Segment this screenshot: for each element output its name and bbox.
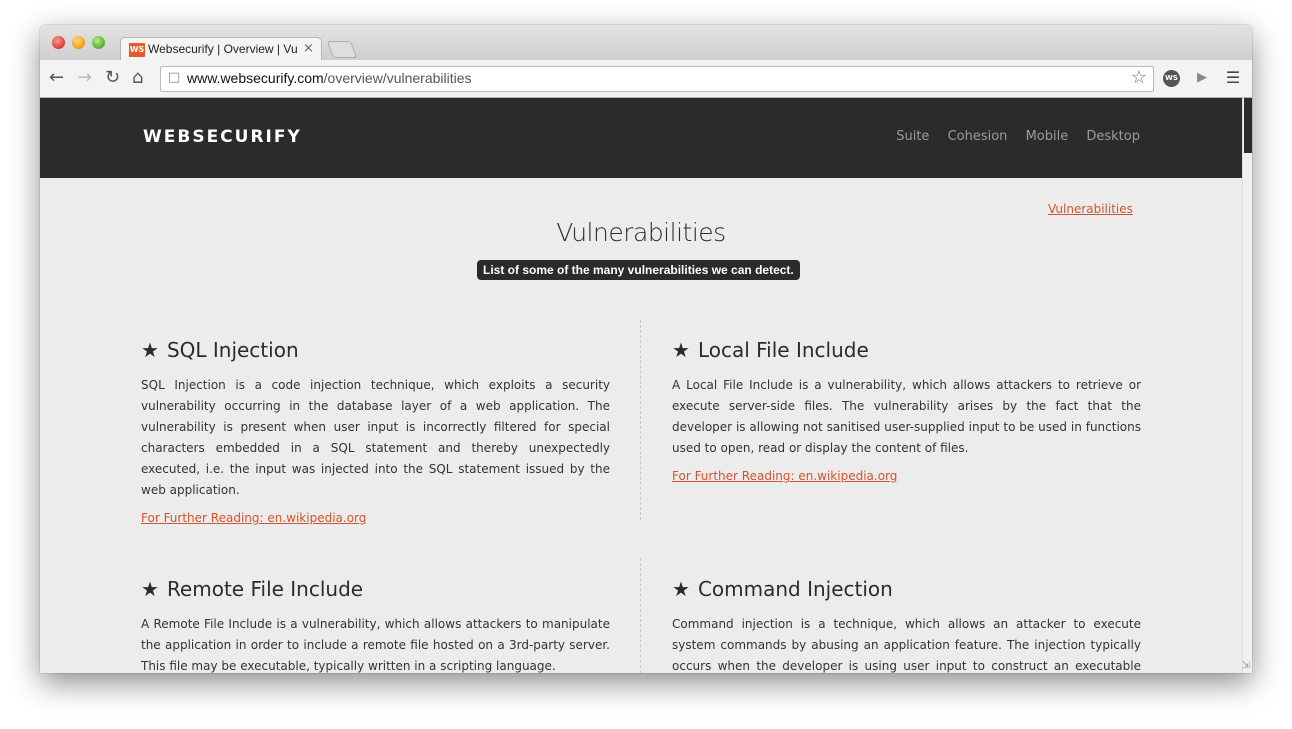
home-icon[interactable]: ⌂ [132,66,143,90]
forward-arrow-icon[interactable]: → [77,66,92,90]
browser-window: WS Websecurify | Overview | Vul × ← → ↻ … [40,25,1252,673]
star-icon[interactable]: ☆ [1131,67,1147,88]
tab-title: Websecurify | Overview | Vul [148,42,298,56]
column-divider [640,558,641,673]
breadcrumb[interactable]: Vulnerabilities [1048,202,1133,216]
websecurify-favicon-icon: WS [129,43,145,57]
card-title-text: Local File Include [697,338,869,362]
address-bar[interactable]: □ www.websecurify.com/overview/vulnerabi… [160,66,1154,92]
menu-icon[interactable]: ☰ [1223,68,1243,88]
further-reading-link[interactable]: For Further Reading: en.wikipedia.org [141,511,366,525]
column-divider [640,320,641,520]
card-command-injection: ★ Command Injection Command injection is … [672,574,1141,673]
card-body: Command injection is a technique, which … [672,617,1141,673]
card-body: SQL Injection is a code injection techni… [141,378,610,497]
url-text[interactable]: www.websecurify.com/overview/vulnerabili… [187,70,472,86]
window-minimize-button[interactable] [72,36,85,49]
card-remote-file-include: ★ Remote File Include A Remote File Inclu… [141,574,610,673]
card-title: ★ Remote File Include [141,574,610,604]
card-title: ★ SQL Injection [141,335,610,365]
site-header: WEBSECURIFY Suite Cohesion Mobile Deskto… [40,98,1242,178]
star-icon: ★ [141,577,159,601]
browser-toolbar: ← → ↻ ⌂ □ www.websecurify.com/overview/v… [40,60,1252,98]
card-title: ★ Local File Include [672,335,1141,365]
tab-close-icon[interactable]: × [303,41,314,56]
star-icon: ★ [141,338,159,362]
top-nav: Suite Cohesion Mobile Desktop [882,129,1140,144]
resize-grip-icon[interactable]: ⇲ [1242,660,1250,671]
window-close-button[interactable] [52,36,65,49]
card-title-text: Command Injection [697,577,893,601]
further-reading-link[interactable]: For Further Reading: en.wikipedia.org [672,469,897,483]
page-icon: □ [168,70,181,85]
card-title-text: Remote File Include [166,577,364,601]
reload-icon[interactable]: ↻ [105,66,120,90]
browser-tab[interactable]: WS Websecurify | Overview | Vul × [120,37,322,61]
tab-strip: WS Websecurify | Overview | Vul × [40,25,1252,61]
card-local-file-include: ★ Local File Include A Local File Include… [672,335,1141,484]
page-viewport: WEBSECURIFY Suite Cohesion Mobile Deskto… [40,98,1242,673]
site-logo[interactable]: WEBSECURIFY [143,127,302,147]
websecurify-extension-icon[interactable]: WS [1163,70,1180,87]
vertical-scrollbar[interactable] [1242,98,1252,673]
star-icon: ★ [672,577,690,601]
url-path: /overview/vulnerabilities [323,70,472,86]
card-sql-injection: ★ SQL Injection SQL Injection is a code i… [141,335,610,526]
star-icon: ★ [672,338,690,362]
window-maximize-button[interactable] [92,36,105,49]
card-title: ★ Command Injection [672,574,1141,604]
nav-link-cohesion[interactable]: Cohesion [948,129,1008,144]
share-icon[interactable]: ▶ [1192,68,1212,88]
page-subtitle: List of some of the many vulnerabilities… [477,260,800,280]
url-host: www.websecurify.com [187,70,324,86]
new-tab-button[interactable] [326,41,358,58]
page-title: Vulnerabilities [556,218,726,247]
nav-link-desktop[interactable]: Desktop [1086,129,1140,144]
nav-link-mobile[interactable]: Mobile [1026,129,1069,144]
back-arrow-icon[interactable]: ← [49,66,64,90]
card-body: A Local File Include is a vulnerability,… [672,378,1141,455]
nav-link-suite[interactable]: Suite [896,129,929,144]
card-body: A Remote File Include is a vulnerability… [141,617,610,673]
card-title-text: SQL Injection [166,338,299,362]
scrollbar-thumb[interactable] [1244,98,1252,153]
